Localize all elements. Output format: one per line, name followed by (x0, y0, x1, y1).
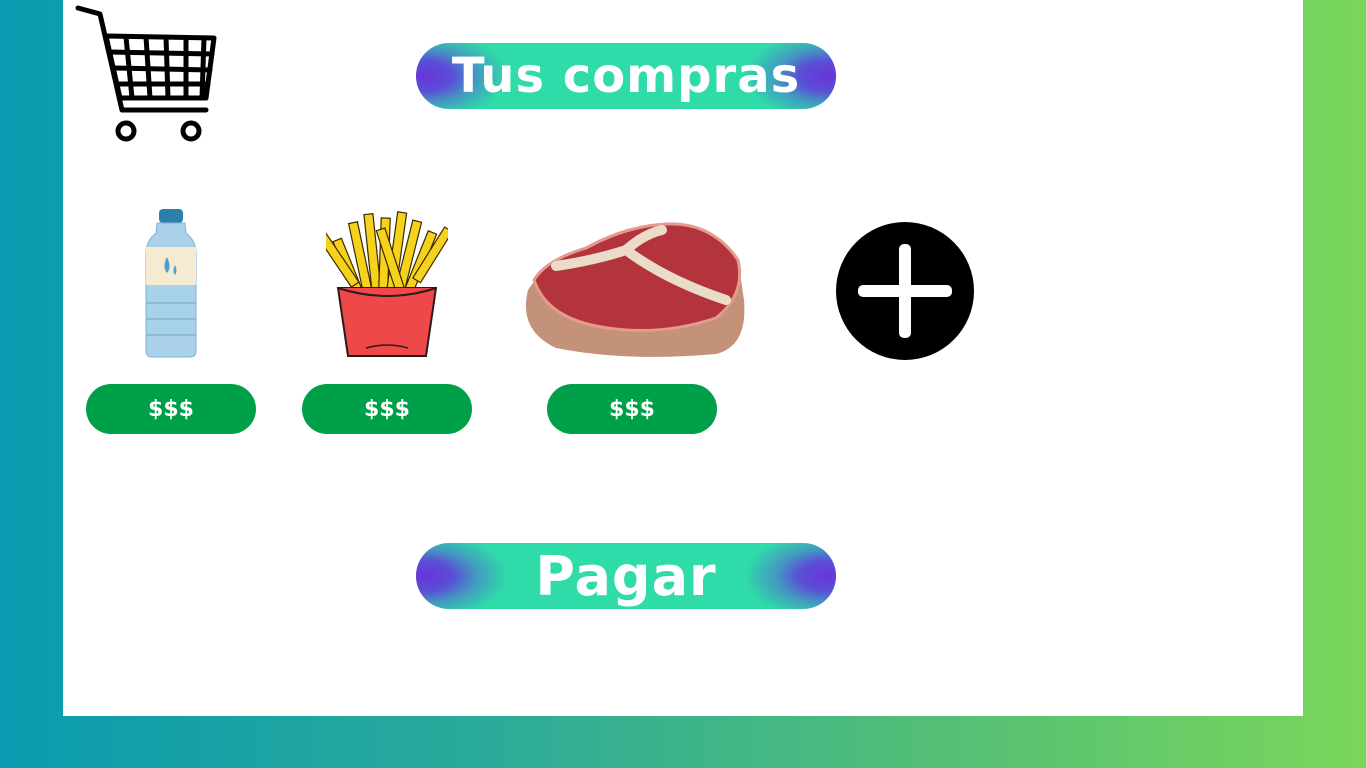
pay-button[interactable]: Pagar (416, 543, 836, 609)
steak-icon[interactable] (516, 220, 748, 360)
page-title-banner: Tus compras (416, 43, 836, 109)
add-product-button[interactable] (836, 222, 974, 360)
water-bottle-icon[interactable] (140, 207, 202, 359)
shopping-cart-icon (75, 5, 217, 142)
french-fries-icon[interactable] (326, 208, 448, 360)
t-bone-steak-price-button[interactable]: $$$ (547, 384, 717, 434)
water-bottle-price-button[interactable]: $$$ (86, 384, 256, 434)
page-title: Tus compras (451, 48, 801, 104)
french-fries-price-button[interactable]: $$$ (302, 384, 472, 434)
pay-button-label: Pagar (535, 544, 717, 608)
